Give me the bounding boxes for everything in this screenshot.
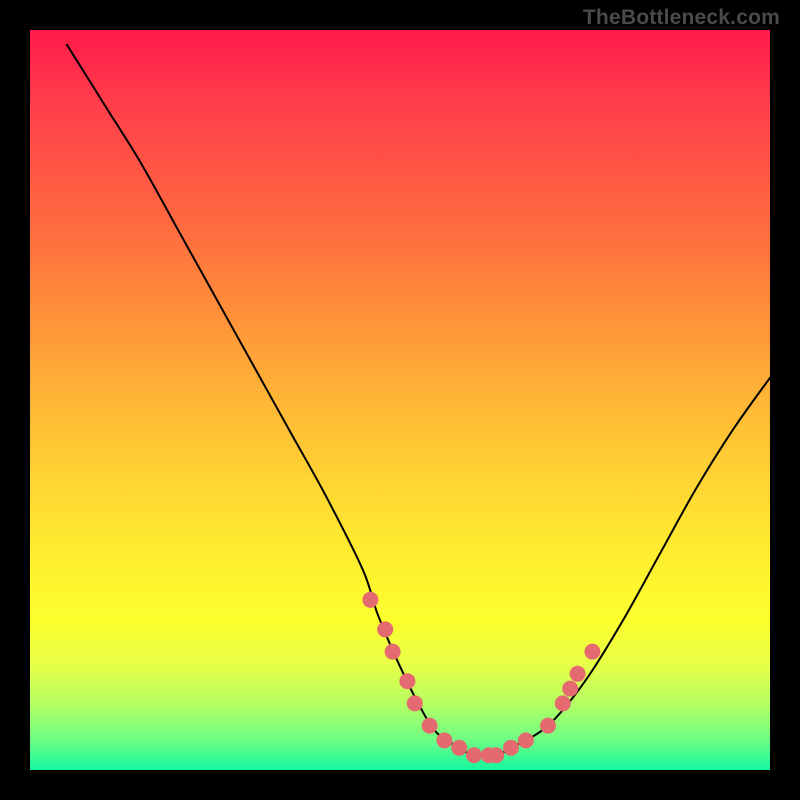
highlight-dot: [399, 673, 415, 689]
highlight-dot: [488, 747, 504, 763]
highlight-dot: [362, 592, 378, 608]
highlight-dot: [377, 621, 393, 637]
highlight-dot: [451, 740, 467, 756]
highlight-dot: [407, 695, 423, 711]
highlight-dot: [466, 747, 482, 763]
bottleneck-curve: [67, 45, 770, 756]
highlight-dot: [503, 740, 519, 756]
highlight-dot: [540, 718, 556, 734]
highlight-dot: [562, 681, 578, 697]
highlight-dot: [436, 732, 452, 748]
chart-stage: TheBottleneck.com: [0, 0, 800, 800]
highlight-dot: [584, 644, 600, 660]
highlight-dot: [555, 695, 571, 711]
highlight-dot: [518, 732, 534, 748]
highlight-dots: [362, 592, 600, 763]
highlight-dot: [570, 666, 586, 682]
highlight-dot: [385, 644, 401, 660]
highlight-dot: [422, 718, 438, 734]
curve-layer: [30, 30, 770, 770]
watermark-text: TheBottleneck.com: [583, 6, 780, 30]
plot-area: [30, 30, 770, 770]
